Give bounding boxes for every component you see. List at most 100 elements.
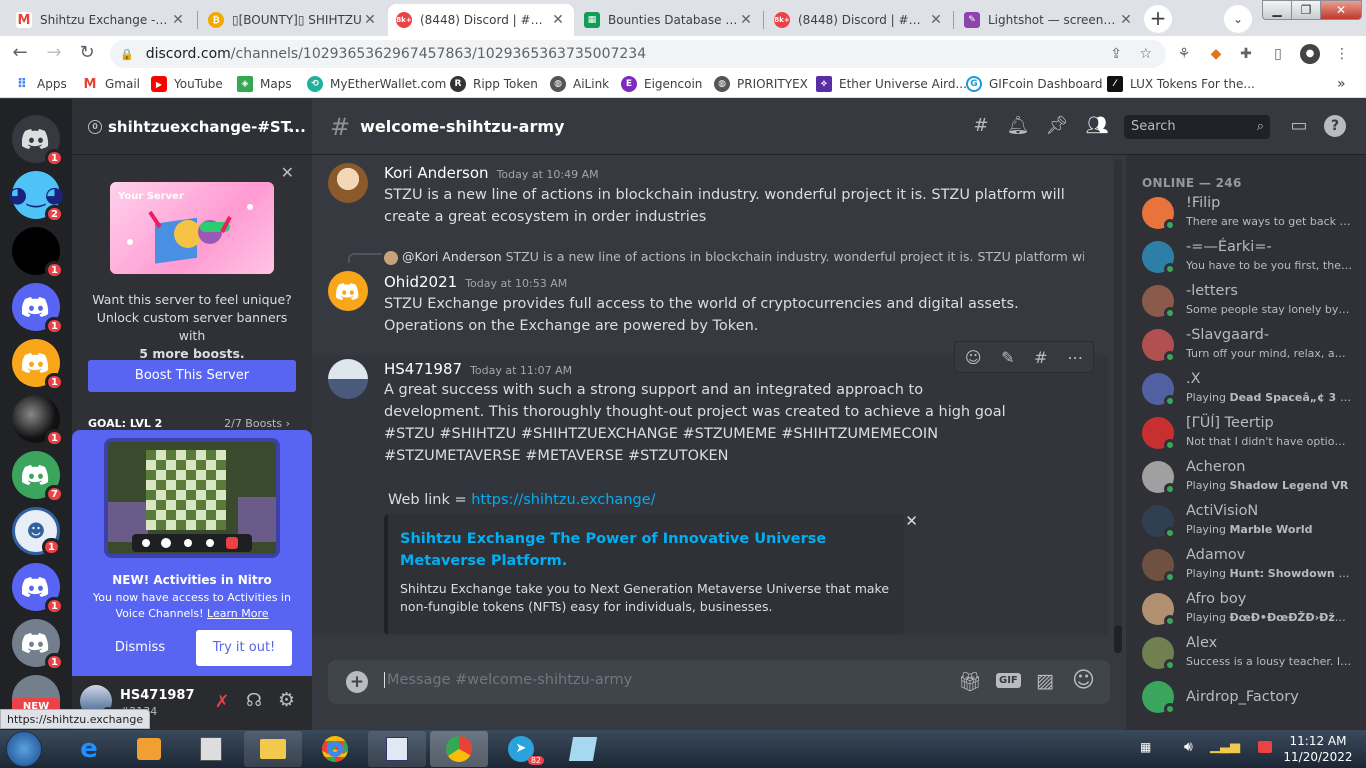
emoji-icon[interactable]: ☺ [1072,668,1095,693]
sticker-icon[interactable]: ▨ [1036,670,1054,692]
member-item[interactable]: Adamov Playing Hunt: Showdown - Ronin [1142,547,1362,591]
server-icon[interactable]: 1 [12,619,64,671]
edit-pencil-icon[interactable]: ✎ [1001,348,1014,367]
tab-search-button[interactable]: ⌄ [1224,5,1252,33]
reload-icon[interactable]: ↻ [75,42,99,66]
threads-icon[interactable]: # [968,113,994,139]
avatar[interactable] [328,359,368,399]
bookmark-ailink[interactable]: ◍ AiLink [550,76,609,92]
help-icon[interactable]: ? [1324,115,1346,137]
bookmark-myetherwallet[interactable]: ⟲ MyEtherWallet.com [307,76,446,92]
attach-plus-icon[interactable]: + [346,671,368,693]
taskbar-clock[interactable]: 11:12 AM 11/20/2022 [1282,733,1354,765]
menu-icon[interactable]: ⋮ [1332,44,1352,64]
bookmark-lux[interactable]: ⁄ LUX Tokens For the... [1107,76,1255,92]
web-link[interactable]: https://shihtzu.exchange/ [471,492,655,508]
server-icon[interactable]: ☻ 1 [12,507,61,556]
server-header[interactable]: 0 shihtzuexchange-#ST... ⌄ [72,99,312,155]
extensions-puzzle-icon[interactable]: ✚ [1236,44,1256,64]
settings-gear-icon[interactable]: ⚙ [278,689,295,711]
close-tab-icon[interactable]: ✕ [170,12,186,28]
close-window-button[interactable]: ✕ [1320,0,1362,20]
metamask-icon[interactable]: ◆ [1206,44,1226,64]
maximize-button[interactable]: ❐ [1291,0,1321,20]
bookmark-apps[interactable]: ⠿ Apps [14,76,67,92]
internet-explorer-icon[interactable]: e [60,731,118,767]
start-button[interactable] [6,731,42,767]
browser-tab[interactable]: ▦ Bounties Database - Go ✕ [576,4,762,36]
forward-icon[interactable]: → [42,42,66,66]
boost-server-button[interactable]: Boost This Server [88,360,296,392]
close-tab-icon[interactable]: ✕ [1118,12,1134,28]
member-list-icon[interactable]: 👥︎ [1084,113,1110,139]
learn-more-link[interactable]: Learn More [207,607,269,620]
new-tab-button[interactable]: + [1144,5,1172,33]
server-icon[interactable]: 1 [12,563,64,615]
remove-embed-icon[interactable]: ✕ [905,512,918,530]
try-it-out-button[interactable]: Try it out! [196,630,292,666]
mute-mic-icon[interactable]: ✗ [215,692,229,712]
dismiss-button[interactable]: Dismiss [104,630,176,666]
search-input[interactable]: Search ⌕ [1124,115,1270,139]
wordpad-icon[interactable] [368,731,426,767]
chrome-active-icon[interactable] [430,731,488,767]
bookmark-eigencoin[interactable]: E Eigencoin [621,76,702,92]
browser-tab-active[interactable]: 8k+ (8448) Discord | #welco ✕ [388,4,574,36]
bookmark-gifcoin[interactable]: G GIFcoin Dashboard [966,76,1103,92]
browser-tab[interactable]: 8k+ (8448) Discord | #gener ✕ [766,4,952,36]
chrome-icon[interactable] [306,731,364,767]
member-item[interactable]: -letters Some people stay lonely by thi..… [1142,283,1362,327]
member-item[interactable]: !Filip There are ways to get back wit... [1142,195,1362,239]
telegram-icon[interactable]: ➤ 82 [492,731,550,767]
message-author[interactable]: Kori Anderson Today at 10:49 AM [384,164,599,182]
bookmark-star-icon[interactable]: ☆ [1139,46,1152,62]
bookmark-ether-universe[interactable]: ⟡ Ether Universe Aird... [816,76,967,92]
message-input[interactable]: Message #welcome-shihtzu-army [384,672,944,688]
message-author[interactable]: Ohid2021 Today at 10:53 AM [384,273,567,291]
server-icon[interactable]: 1 [12,339,64,391]
bookmark-youtube[interactable]: ▶ YouTube [151,76,223,92]
network-tray-icon[interactable]: ▦ [1140,740,1151,754]
browser-tab[interactable]: M Shihtzu Exchange - hs1 ✕ [8,4,194,36]
bookmark-priorityex[interactable]: ◍ PRIORITYEX [714,76,808,92]
gif-icon[interactable]: GIF [996,673,1021,688]
server-icon[interactable]: 1 [12,395,64,447]
bookmark-ripp[interactable]: R Ripp Token [450,76,538,92]
close-tab-icon[interactable]: ✕ [928,12,944,28]
add-reaction-icon[interactable]: ☺ [965,348,982,367]
browser-tab[interactable]: ✎ Lightshot — screensho ✕ [956,4,1142,36]
headphones-icon[interactable]: ☊ [246,690,262,711]
bookmarks-more-button[interactable]: » [1337,76,1346,92]
share-icon[interactable]: ⇪ [1110,46,1122,62]
create-thread-icon[interactable]: # [1034,348,1047,367]
close-tab-icon[interactable]: ✕ [362,12,378,28]
server-icon[interactable]: ◕‿◕ 2 [8,171,64,223]
back-icon[interactable]: ← [8,42,32,66]
bookmark-maps[interactable]: ◈ Maps [237,76,292,92]
message-author[interactable]: HS471987 Today at 11:07 AM [384,360,572,378]
close-tab-icon[interactable]: ✕ [550,12,566,28]
profile-avatar[interactable]: ● [1300,44,1320,64]
embed-title[interactable]: Shihtzu Exchange The Power of Innovative… [400,528,860,572]
member-item[interactable]: ActiVisioN Playing Marble World [1142,503,1362,547]
notification-tray-icon[interactable] [1258,741,1272,753]
member-item[interactable]: Airdrop_Factory [1142,679,1362,723]
file-explorer-icon[interactable] [244,731,302,767]
member-item[interactable]: Afro boy Playing ÐœÐ•ÐœÐŽÐ›ÐžÐ“Ð... [1142,591,1362,635]
app-icon[interactable] [182,731,240,767]
minimize-button[interactable]: ▁ [1262,0,1292,20]
volume-icon[interactable]: 🔊︎ [1184,739,1193,755]
server-icon[interactable]: 1 [12,283,64,335]
avatar[interactable] [328,163,368,203]
member-item[interactable]: Alex Success is a lousy teacher. It se... [1142,635,1362,679]
notification-bell-icon[interactable]: 🔔︎ [1005,113,1031,139]
side-panel-icon[interactable]: ▯ [1268,44,1288,64]
gift-icon[interactable]: 🎁︎ [958,670,982,693]
member-item[interactable]: Acheron Playing Shadow Legend VR [1142,459,1362,503]
address-bar[interactable]: 🔒 discord.com/channels/10293653629674578… [110,40,1166,68]
browser-tab[interactable]: ₿ ▯[BOUNTY]▯ SHIHTZU ✕ [200,4,386,36]
notes-icon[interactable] [554,731,612,767]
extension-icon[interactable]: ⚘ [1174,44,1194,64]
member-item[interactable]: .X Playing Dead Spaceâ„¢ 3 First ... [1142,371,1362,415]
more-options-icon[interactable]: ⋯ [1067,348,1083,367]
